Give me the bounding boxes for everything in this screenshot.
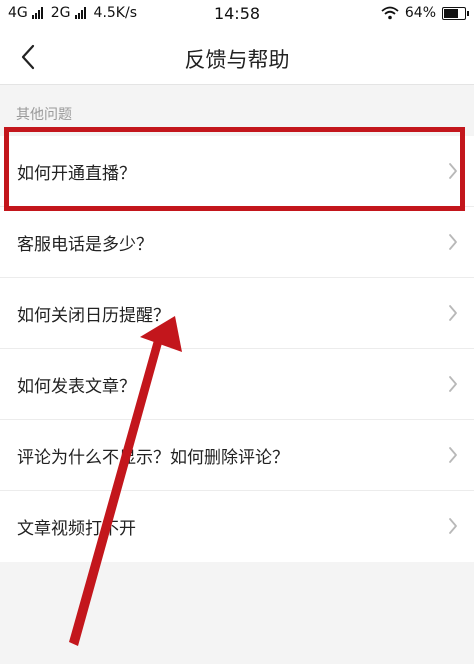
status-right: 64% <box>381 5 469 21</box>
list-item[interactable]: 文章视频打不开 <box>0 491 474 562</box>
battery-fill <box>444 8 459 18</box>
battery-icon <box>442 6 469 20</box>
status-bar: 4G 2G 4.5K/s 14:58 64% <box>0 0 474 30</box>
section-header: 其他问题 <box>16 107 72 123</box>
list-item[interactable]: 客服电话是多少？ <box>0 207 474 278</box>
chevron-right-icon <box>449 376 457 392</box>
nav-bar: 反馈与帮助 <box>0 30 474 85</box>
list-item[interactable]: 如何开通直播？ <box>0 136 474 207</box>
chevron-right-icon <box>449 518 457 534</box>
wifi-icon <box>381 6 399 20</box>
faq-list: 如何开通直播？ 客服电话是多少？ 如何关闭日历提醒？ 如何发表文章？ 评论为什么… <box>0 136 474 562</box>
item-label: 如何开通直播？ <box>17 163 136 184</box>
list-item[interactable]: 如何关闭日历提醒？ <box>0 278 474 349</box>
item-label: 客服电话是多少？ <box>17 234 153 255</box>
item-label: 文章视频打不开 <box>17 519 136 539</box>
item-label: 如何关闭日历提醒？ <box>17 305 170 326</box>
list-item[interactable]: 如何发表文章？ <box>0 349 474 420</box>
chevron-right-icon <box>449 305 457 321</box>
battery-percent: 64% <box>404 5 436 21</box>
page-title: 反馈与帮助 <box>184 48 290 72</box>
chevron-right-icon <box>449 447 457 463</box>
list-item[interactable]: 评论为什么不显示？如何删除评论？ <box>0 420 474 491</box>
chevron-right-icon <box>449 163 457 179</box>
item-label: 如何发表文章？ <box>17 376 136 397</box>
chevron-right-icon <box>449 234 457 250</box>
item-label: 评论为什么不显示？如何删除评论？ <box>17 447 289 468</box>
